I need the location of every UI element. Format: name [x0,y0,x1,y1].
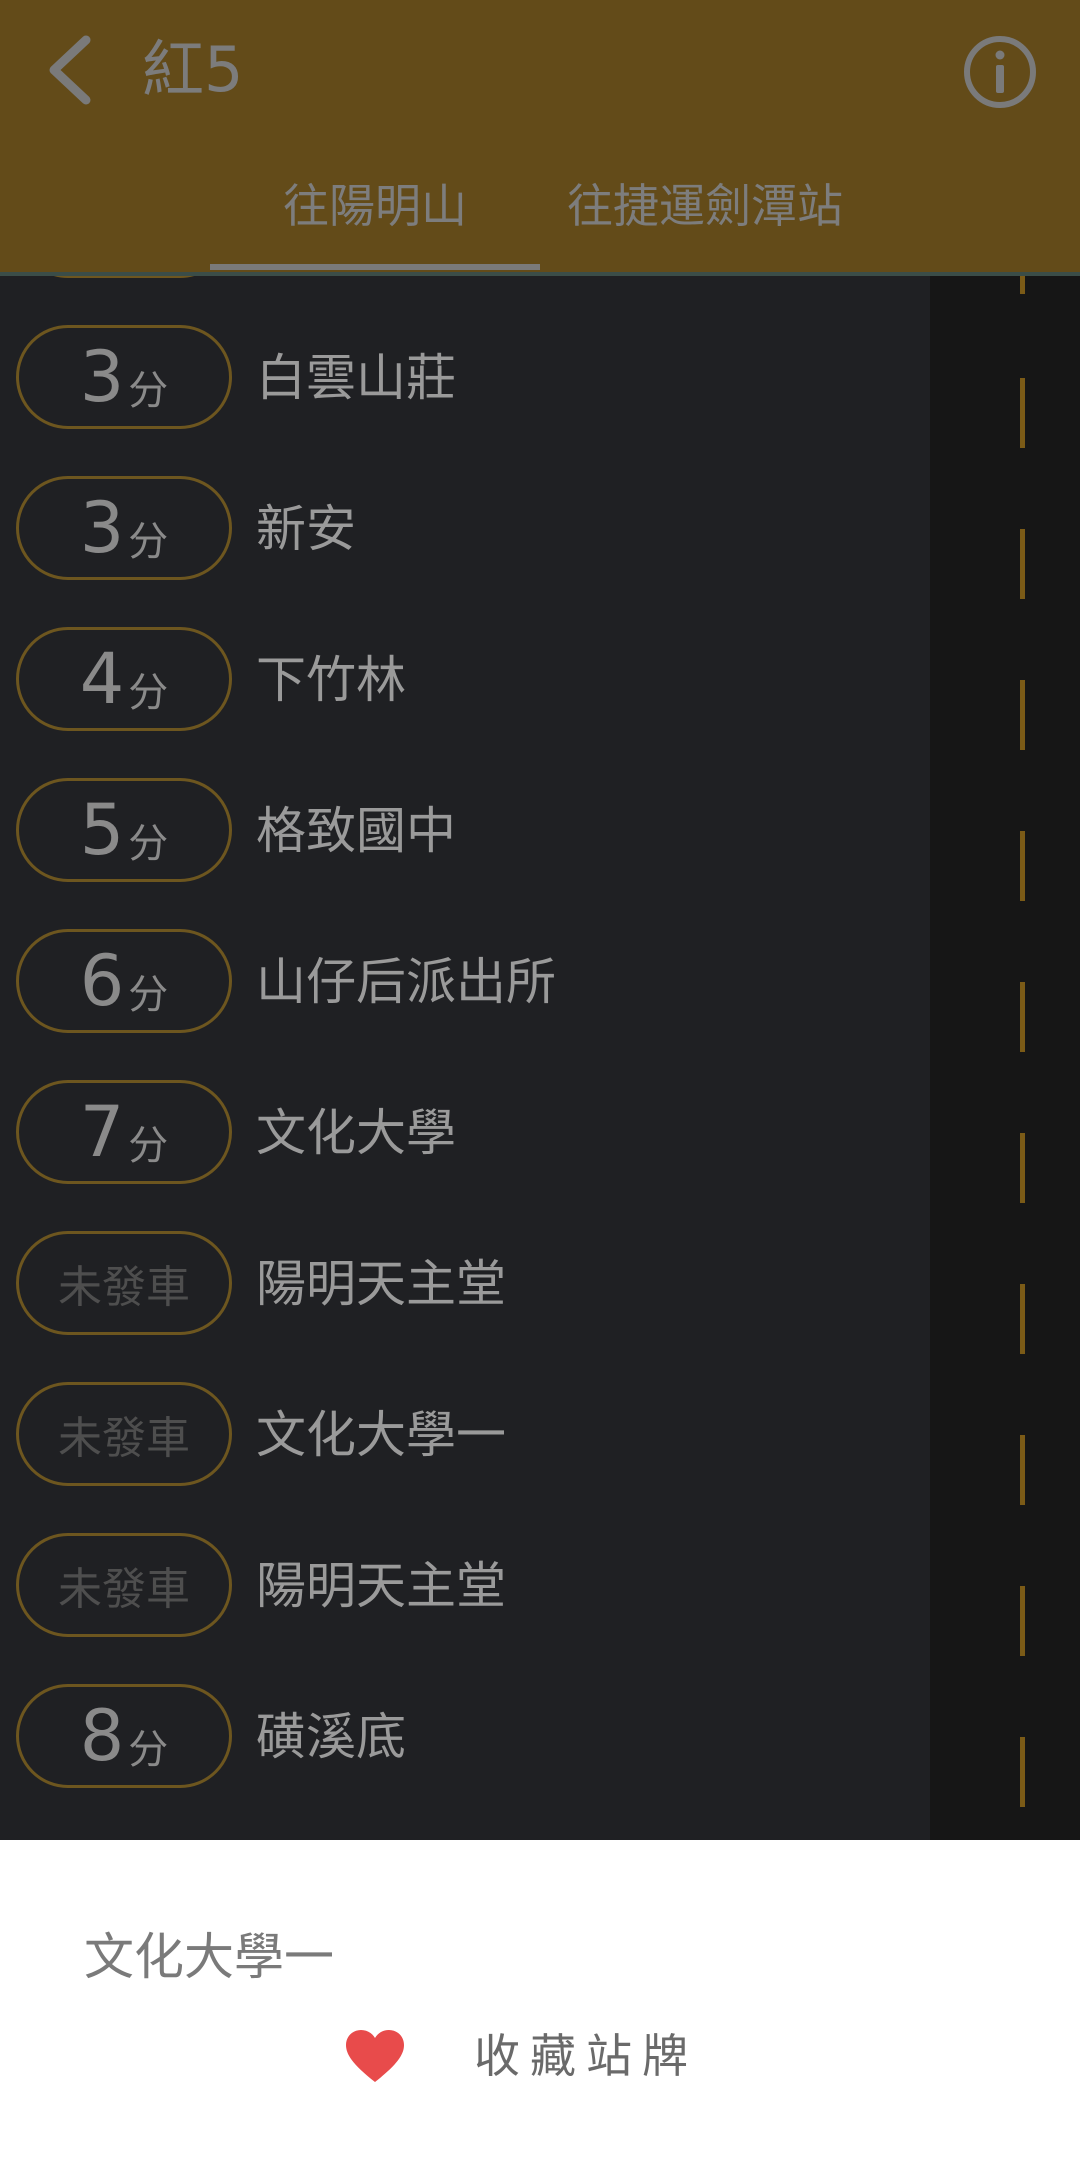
eta-minutes: 7 [79,1091,125,1173]
eta-minutes: 3 [79,336,125,418]
bottom-sheet: 文化大學一 收藏站牌 [0,1840,1080,2180]
eta-unit: 分 [128,1727,169,1773]
eta-pill [16,276,232,278]
eta-minutes: 4 [79,638,125,720]
eta-minutes: 8 [79,1695,125,1777]
route-line-column [930,276,1080,1840]
eta-unit: 分 [128,519,169,565]
tab-indicator [210,264,540,270]
favorite-stop-button[interactable]: 收藏站牌 [474,2024,698,2088]
route-tick [1020,1133,1025,1203]
stop-name: 陽明天主堂 [256,1255,506,1313]
route-tick [1020,1435,1025,1505]
eta-pill-not-departed: 未發車 [16,1533,232,1637]
stop-row[interactable]: 6分 山仔后派出所 [0,905,930,1056]
route-tick [1020,982,1025,1052]
stop-name: 新安 [256,500,356,558]
stop-row[interactable]: 未發車 文化大學一 [0,1358,930,1509]
eta-pill: 4分 [16,627,232,731]
route-tick [1020,831,1025,901]
eta-pill-not-departed: 未發車 [16,1231,232,1335]
eta-minutes: 5 [79,789,125,871]
route-tick [1020,276,1025,294]
stop-row[interactable]: 未發車 陽明天主堂 [0,1509,930,1660]
stop-name: 文化大學 [256,1104,456,1162]
stop-row[interactable]: 4分 下竹林 [0,603,930,754]
stop-name: 磺溪底 [256,1708,406,1766]
route-tick [1020,680,1025,750]
stop-row[interactable]: 未發車 陽明天主堂 [0,1207,930,1358]
stop-list[interactable]: 3分 白雲山莊 3分 新安 4分 下竹林 5分 格致國中 6分 山仔后派出所 7… [0,276,1080,1840]
stop-row[interactable]: 3分 新安 [0,452,930,603]
stop-name: 白雲山莊 [256,349,456,407]
route-tick [1020,1284,1025,1354]
eta-unit: 分 [128,368,169,414]
stop-row[interactable]: 7分 文化大學 [0,1056,930,1207]
route-tick [1020,529,1025,599]
eta-pill-not-departed: 未發車 [16,1382,232,1486]
eta-unit: 分 [128,821,169,867]
eta-unit: 分 [128,1123,169,1169]
eta-unit: 分 [128,670,169,716]
eta-pill: 8分 [16,1684,232,1788]
eta-pill: 6分 [16,929,232,1033]
eta-pill: 3分 [16,325,232,429]
stop-name: 陽明天主堂 [256,1557,506,1615]
route-tick [1020,1737,1025,1807]
eta-pill: 5分 [16,778,232,882]
stop-row[interactable]: 3分 白雲山莊 [0,301,930,452]
sheet-stop-name: 文化大學一 [84,1928,334,1986]
stop-name: 下竹林 [256,651,406,709]
stop-name: 山仔后派出所 [256,953,556,1011]
info-circle-icon[interactable] [962,34,1038,110]
back-chevron-icon[interactable] [36,30,108,110]
eta-minutes: 3 [79,487,125,569]
tab-to-yangmingshan[interactable]: 往陽明山 [210,176,540,236]
route-tick [1020,378,1025,448]
heart-icon[interactable] [346,2030,404,2084]
eta-unit: 分 [128,972,169,1018]
tab-to-jiantan-station[interactable]: 往捷運劍潭站 [540,176,870,236]
eta-minutes: 6 [79,940,125,1022]
stop-row[interactable]: 5分 格致國中 [0,754,930,905]
app-header: 紅5 往陽明山 往捷運劍潭站 [0,0,1080,272]
eta-pill: 7分 [16,1080,232,1184]
stop-name: 格致國中 [256,802,456,860]
eta-pill: 3分 [16,476,232,580]
route-tick [1020,1586,1025,1656]
header-divider [0,272,1080,276]
stop-row-partial[interactable] [0,276,930,301]
route-title: 紅5 [142,33,244,106]
stop-row[interactable]: 8分 磺溪底 [0,1660,930,1811]
stop-name: 文化大學一 [256,1406,506,1464]
